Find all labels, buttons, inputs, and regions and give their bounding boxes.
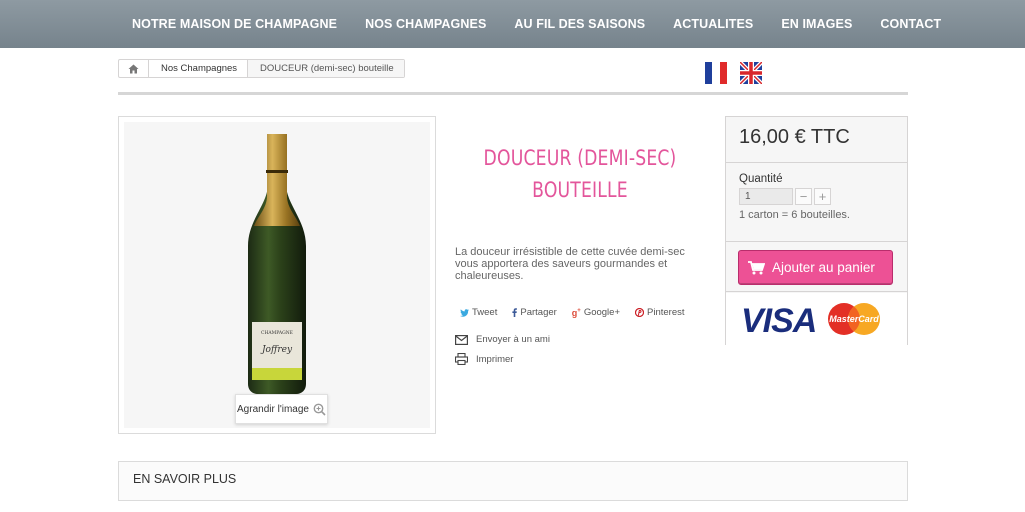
- print-icon: [455, 353, 468, 365]
- product-price: 16,00 € TTC: [726, 117, 907, 163]
- google-plus-button[interactable]: g+ Google+: [572, 307, 620, 318]
- pinterest-button[interactable]: Pinterest: [635, 307, 685, 318]
- send-to-friend-label: Envoyer à un ami: [476, 334, 550, 345]
- product-title: DOUCEUR (DEMI-SEC) BOUTEILLE: [482, 142, 679, 206]
- quantity-stepper: 1 − +: [739, 188, 894, 205]
- quantity-plus-button[interactable]: +: [814, 188, 831, 205]
- add-to-cart-label: Ajouter au panier: [772, 260, 875, 275]
- shopping-cart-icon: [748, 260, 765, 274]
- menu-item-actualites[interactable]: ACTUALITES: [659, 17, 767, 31]
- svg-text:MasterCard: MasterCard: [829, 314, 879, 324]
- product-image-panel: CHAMPAGNE Joffrey Agrandir l'image: [118, 116, 436, 434]
- social-share: Tweet Partager g+ Google+ Pinterest: [460, 307, 685, 318]
- quantity-block: Quantité 1 − + 1 carton = 6 bouteilles.: [726, 164, 907, 242]
- menu-item-saisons[interactable]: AU FIL DES SAISONS: [500, 17, 659, 31]
- buy-box: 16,00 € TTC Quantité 1 − + 1 carton = 6 …: [725, 116, 908, 345]
- quantity-minus-button[interactable]: −: [795, 188, 812, 205]
- menu-item-champagnes[interactable]: NOS CHAMPAGNES: [351, 17, 500, 31]
- enlarge-label: Agrandir l'image: [237, 403, 309, 415]
- english-flag-icon[interactable]: [740, 62, 762, 84]
- zoom-in-icon: [313, 403, 326, 416]
- product-title-line2: BOUTEILLE: [532, 178, 628, 202]
- product-image[interactable]: CHAMPAGNE Joffrey Agrandir l'image: [124, 122, 430, 428]
- breadcrumb-nos-champagnes[interactable]: Nos Champagnes: [149, 60, 247, 77]
- product-title-line1: DOUCEUR (DEMI-SEC): [483, 146, 677, 170]
- more-info-section: En savoir plus: [118, 461, 908, 501]
- carton-note: 1 carton = 6 bouteilles.: [739, 209, 850, 221]
- breadcrumb-current: DOUCEUR (demi-sec) bouteille: [247, 60, 404, 77]
- add-to-cart-block: Ajouter au panier: [726, 243, 907, 292]
- svg-text:Joffrey: Joffrey: [260, 345, 293, 355]
- add-to-cart-button[interactable]: Ajouter au panier: [738, 250, 893, 285]
- product-description: La douceur irrésistible de cette cuvée d…: [455, 246, 685, 282]
- payment-cards: VISA MasterCard: [726, 293, 907, 345]
- tweet-label: Tweet: [472, 307, 498, 318]
- menu-item-images[interactable]: EN IMAGES: [767, 17, 866, 31]
- home-icon: [128, 64, 139, 73]
- mastercard-logo-icon: MasterCard: [828, 303, 880, 335]
- more-info-title: En savoir plus: [133, 472, 237, 486]
- google-plus-label: Google+: [583, 307, 620, 318]
- envelope-icon: [455, 334, 468, 345]
- menu-item-contact[interactable]: CONTACT: [866, 17, 955, 31]
- google-plus-icon: g+: [571, 307, 581, 318]
- print-label: Imprimer: [476, 353, 514, 365]
- tweet-button[interactable]: Tweet: [460, 307, 497, 318]
- twitter-icon: [460, 308, 469, 317]
- share-label: Partager: [520, 307, 557, 318]
- enlarge-image-button[interactable]: Agrandir l'image: [235, 394, 328, 424]
- svg-text:CHAMPAGNE: CHAMPAGNE: [261, 330, 293, 336]
- header-divider: [118, 92, 908, 95]
- pinterest-label: Pinterest: [647, 307, 685, 318]
- visa-logo-icon: VISA: [741, 302, 817, 336]
- facebook-share-button[interactable]: Partager: [512, 307, 557, 318]
- print-link[interactable]: Imprimer: [455, 353, 513, 365]
- main-menu: NOTRE MAISON DE CHAMPAGNE NOS CHAMPAGNES…: [118, 0, 955, 48]
- quantity-label: Quantité: [739, 173, 783, 185]
- breadcrumb-home[interactable]: [119, 60, 149, 77]
- facebook-icon: [512, 308, 518, 317]
- quantity-input[interactable]: 1: [739, 188, 793, 205]
- send-to-friend-link[interactable]: Envoyer à un ami: [455, 334, 550, 345]
- french-flag-icon[interactable]: [705, 62, 727, 84]
- svg-text:VISA: VISA: [741, 302, 816, 336]
- top-navigation: NOTRE MAISON DE CHAMPAGNE NOS CHAMPAGNES…: [0, 0, 1025, 48]
- champagne-bottle-image: CHAMPAGNE Joffrey: [248, 134, 306, 394]
- menu-item-maison[interactable]: NOTRE MAISON DE CHAMPAGNE: [118, 17, 351, 31]
- pinterest-icon: [635, 308, 644, 317]
- breadcrumb: Nos Champagnes DOUCEUR (demi-sec) boutei…: [118, 59, 405, 78]
